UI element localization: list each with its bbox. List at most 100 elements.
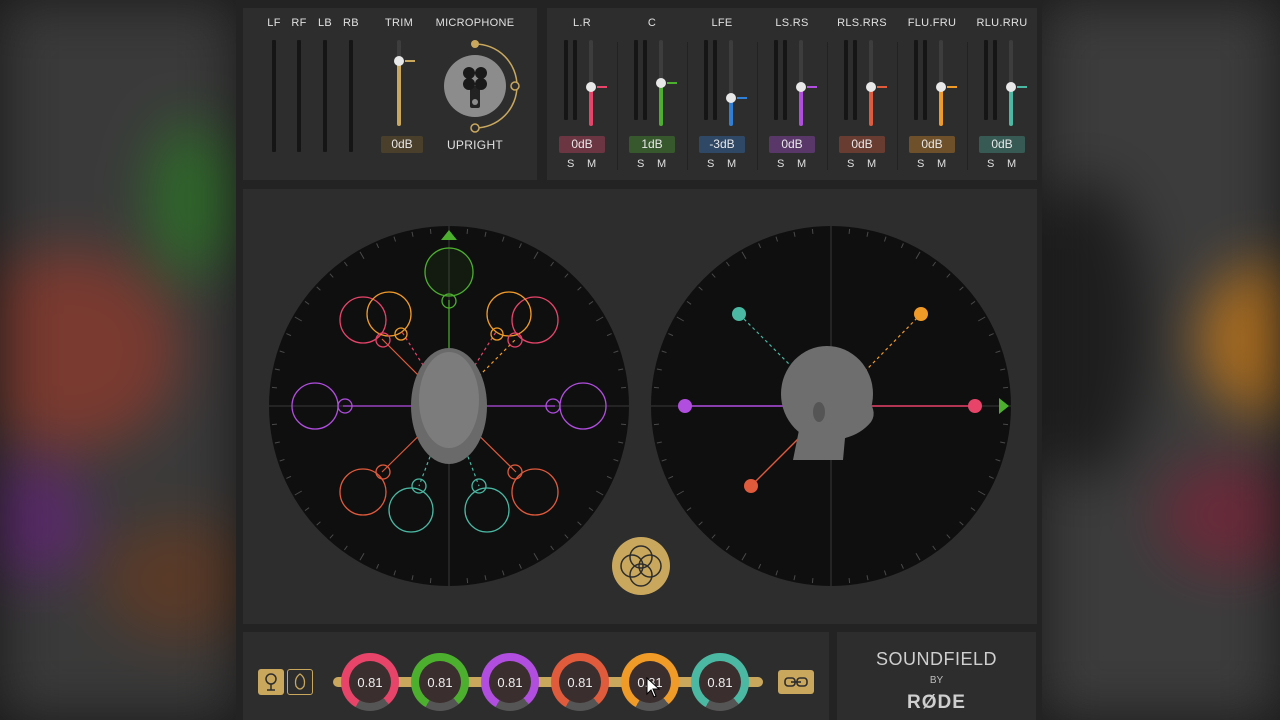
channel-value-lfe[interactable]: -3dB: [699, 136, 745, 153]
channel-meter-right-rlu-rru: [993, 40, 997, 120]
brand-panel: SOUNDFIELD BY RØDE: [837, 632, 1036, 720]
brand-by: BY: [929, 675, 944, 686]
solo-button-c[interactable]: S: [637, 158, 644, 170]
channel-fader-knob-rlu-rru[interactable]: [1006, 82, 1016, 93]
channel-fader-knob-rls-rrs[interactable]: [866, 82, 876, 93]
channel-label-ls-rs: LS.RS: [775, 17, 809, 29]
microphone-orientation-value[interactable]: UPRIGHT: [438, 138, 512, 152]
scope-panel: [243, 189, 1037, 624]
channel-value-flu-fru[interactable]: 0dB: [909, 136, 955, 153]
soundfield-plugin: LF RF LB RB TRIM 0dB MICROPHONE UPRIGHT: [236, 0, 1042, 720]
meter-label-rb: RB: [343, 17, 359, 29]
gain-value-1: 0.81: [349, 661, 391, 703]
mute-button-lfe[interactable]: M: [727, 158, 736, 170]
channel-divider: [967, 42, 968, 170]
mute-button-flu-fru[interactable]: M: [937, 158, 946, 170]
gain-value-3: 0.81: [489, 661, 531, 703]
brand-maker-logo: RØDE: [907, 692, 966, 713]
channel-meter-left-ls-rs: [774, 40, 778, 120]
channel-label-rls-rrs: RLS.RRS: [837, 17, 887, 29]
mute-button-rls-rrs[interactable]: M: [867, 158, 876, 170]
trim-value[interactable]: 0dB: [381, 136, 423, 153]
channel-fader-fill-flu-fru: [939, 87, 943, 126]
gain-knob-4[interactable]: 0.81: [551, 653, 609, 711]
input-meter-rb: [349, 40, 353, 152]
channel-fader-knob-c[interactable]: [656, 78, 666, 88]
channel-fader-tick-lfe: [737, 96, 747, 99]
channel-fader-fill-l-r: [589, 87, 593, 126]
channel-fader-knob-l-r[interactable]: [586, 82, 596, 93]
channel-value-l-r[interactable]: 0dB: [559, 136, 605, 153]
link-icon: [784, 677, 808, 687]
brand-name: SOUNDFIELD: [875, 649, 997, 669]
trim-label: TRIM: [384, 17, 414, 29]
gain-knob-2[interactable]: 0.81: [411, 653, 469, 711]
meter-label-lf: LF: [267, 17, 281, 29]
pattern-view-toggle[interactable]: [287, 669, 313, 695]
channel-fader-knob-lfe[interactable]: [726, 92, 736, 103]
channel-divider: [687, 42, 688, 170]
link-button[interactable]: [778, 670, 814, 694]
solo-button-rls-rrs[interactable]: S: [847, 158, 854, 170]
channel-fader-tick-rls-rrs: [877, 86, 887, 89]
channel-divider: [757, 42, 758, 170]
gain-knob-6[interactable]: 0.81: [691, 653, 749, 711]
mute-button-rlu-rru[interactable]: M: [1007, 158, 1016, 170]
output-panel: L.R 0dB S M C 1dB S M LFE -3dB S M LS.RS 0dB S M RLS.RRS…: [547, 8, 1037, 180]
microphone-label: MICROPHONE: [435, 17, 515, 29]
channel-meter-left-l-r: [564, 40, 568, 120]
side-view-scope[interactable]: [649, 224, 1013, 588]
solo-button-flu-fru[interactable]: S: [917, 158, 924, 170]
channel-fader-tick-l-r: [597, 86, 607, 89]
rings-icon: [620, 545, 662, 587]
trim-fader-fill: [397, 61, 401, 126]
channel-fader-fill-c: [659, 83, 663, 126]
channel-fader-fill-rls-rrs: [869, 87, 873, 126]
channel-fader-tick-ls-rs: [807, 86, 817, 89]
channel-fader-knob-flu-fru[interactable]: [936, 82, 946, 93]
channel-label-flu-fru: FLU.FRU: [907, 17, 957, 29]
channel-meter-right-flu-fru: [923, 40, 927, 120]
channel-meter-right-lfe: [713, 40, 717, 120]
solo-button-l-r[interactable]: S: [567, 158, 574, 170]
input-meter-lf: [272, 40, 276, 152]
input-meter-rf: [297, 40, 301, 152]
channel-meter-left-rls-rrs: [844, 40, 848, 120]
gain-value-2: 0.81: [419, 661, 461, 703]
rode-emblem-button[interactable]: [612, 537, 670, 595]
gain-knob-1[interactable]: 0.81: [341, 653, 399, 711]
mouse-cursor: [646, 677, 660, 698]
channel-value-rls-rrs[interactable]: 0dB: [839, 136, 885, 153]
channel-fader-knob-ls-rs[interactable]: [796, 82, 806, 93]
gain-value-6: 0.81: [699, 661, 741, 703]
mute-button-l-r[interactable]: M: [587, 158, 596, 170]
gain-value-4: 0.81: [559, 661, 601, 703]
mute-button-ls-rs[interactable]: M: [797, 158, 806, 170]
pattern-icon: [294, 673, 306, 690]
channel-divider: [617, 42, 618, 170]
microphone-orientation-dial[interactable]: [433, 38, 523, 138]
channel-label-rlu-rru: RLU.RRU: [976, 17, 1028, 29]
mute-button-c[interactable]: M: [657, 158, 666, 170]
trim-fader-knob[interactable]: [394, 56, 404, 66]
channel-meter-right-ls-rs: [783, 40, 787, 120]
channel-meter-left-c: [634, 40, 638, 120]
channel-divider: [827, 42, 828, 170]
channel-meter-left-flu-fru: [914, 40, 918, 120]
gain-knob-3[interactable]: 0.81: [481, 653, 539, 711]
channel-value-c[interactable]: 1dB: [629, 136, 675, 153]
channel-label-c: C: [647, 17, 657, 29]
channel-fader-tick-c: [667, 82, 677, 84]
solo-button-rlu-rru[interactable]: S: [987, 158, 994, 170]
top-view-scope[interactable]: [267, 224, 631, 588]
channel-meter-right-rls-rrs: [853, 40, 857, 120]
channel-fader-fill-rlu-rru: [1009, 87, 1013, 126]
mic-view-toggle[interactable]: [258, 669, 284, 695]
solo-button-ls-rs[interactable]: S: [777, 158, 784, 170]
solo-button-lfe[interactable]: S: [707, 158, 714, 170]
channel-value-rlu-rru[interactable]: 0dB: [979, 136, 1025, 153]
channel-value-ls-rs[interactable]: 0dB: [769, 136, 815, 153]
channel-fader-tick-flu-fru: [947, 86, 957, 89]
channel-meter-left-rlu-rru: [984, 40, 988, 120]
channel-fader-tick-rlu-rru: [1017, 86, 1027, 89]
